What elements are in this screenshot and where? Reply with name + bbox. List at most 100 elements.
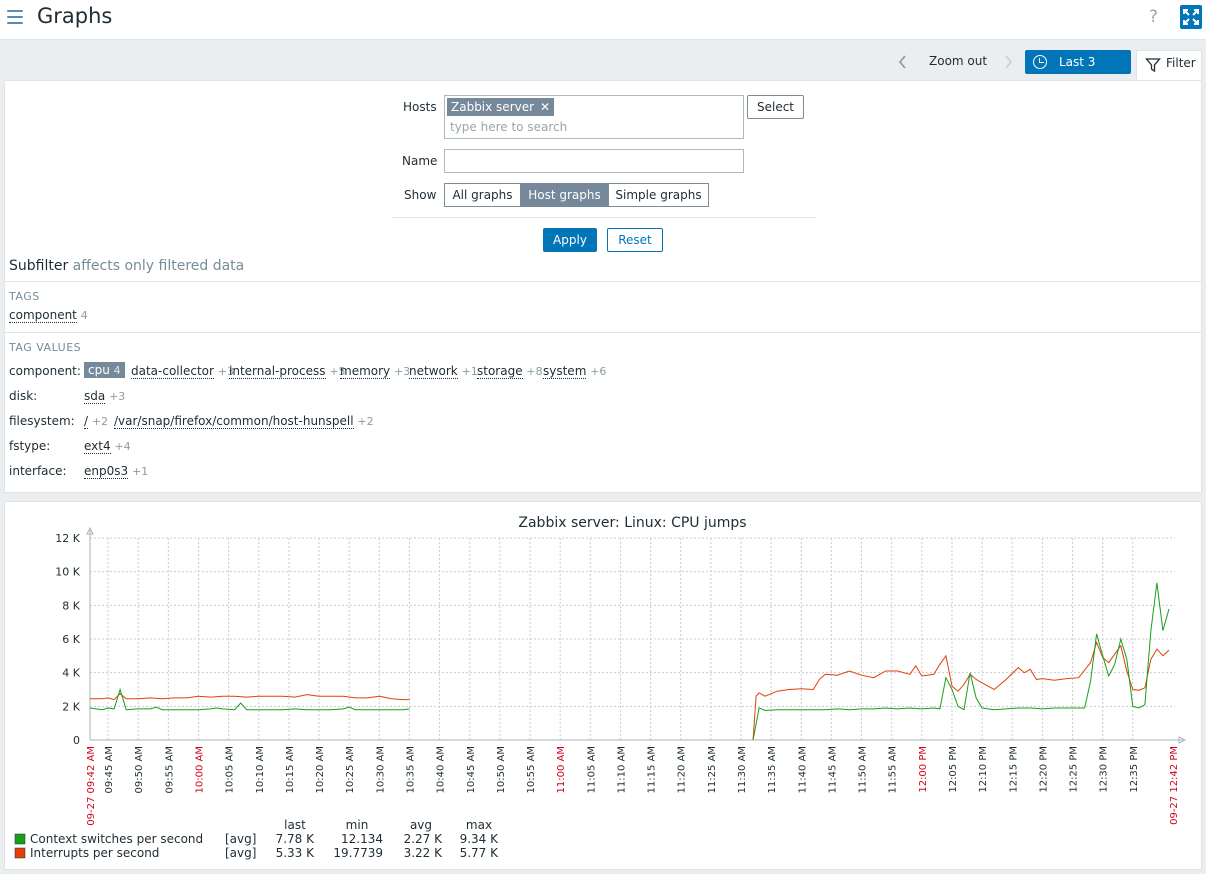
tab-filter[interactable]: Filter bbox=[1136, 50, 1202, 80]
tag-value[interactable]: internal-process +5 bbox=[229, 364, 346, 379]
tag-value-name[interactable]: sda bbox=[84, 389, 106, 404]
host-tag-label: Zabbix server bbox=[451, 100, 535, 114]
show-option-all-graphs[interactable]: All graphs bbox=[444, 183, 521, 207]
tag-row-label: fstype: bbox=[9, 439, 51, 453]
tag-value-name[interactable]: / bbox=[84, 414, 89, 429]
legend-series-name: Context switches per second bbox=[30, 832, 203, 846]
hamburger-menu-icon[interactable] bbox=[7, 10, 23, 24]
tag-value[interactable]: /var/snap/firefox/common/host-hunspell +… bbox=[114, 414, 374, 429]
x-tick-label: 12:30 PM bbox=[1099, 746, 1110, 793]
tag-value-name[interactable]: internal-process bbox=[229, 364, 326, 379]
tag-row-label: interface: bbox=[9, 464, 67, 478]
y-tick-label: 10 K bbox=[55, 566, 80, 579]
legend-column-header: max bbox=[466, 818, 492, 832]
tags-heading: TAGS bbox=[9, 290, 40, 303]
y-tick-label: 4 K bbox=[62, 667, 80, 680]
name-label: Name bbox=[402, 154, 438, 168]
x-tick-label: 09:55 AM bbox=[164, 746, 175, 793]
legend-series-name: Interrupts per second bbox=[30, 846, 159, 860]
tag-link[interactable]: component bbox=[9, 308, 77, 323]
reset-button[interactable]: Reset bbox=[607, 228, 663, 252]
x-tick-label: 10:10 AM bbox=[255, 746, 266, 793]
x-tick-label: 12:20 PM bbox=[1038, 746, 1049, 793]
tag-value-name[interactable]: network bbox=[409, 364, 458, 379]
x-tick-label: 12:10 PM bbox=[978, 746, 989, 793]
legend-value: 2.27 K bbox=[404, 832, 444, 846]
funnel-icon bbox=[1145, 58, 1161, 73]
legend-value: 3.22 K bbox=[404, 846, 444, 860]
tag-value-count: +8 bbox=[526, 365, 543, 378]
fullscreen-icon bbox=[1183, 9, 1199, 25]
legend-column-header: last bbox=[284, 818, 306, 832]
tag-value[interactable]: ext4 +4 bbox=[84, 439, 131, 454]
series-line bbox=[752, 640, 1170, 740]
next-period-button[interactable] bbox=[998, 52, 1018, 72]
tag-value-name[interactable]: storage bbox=[477, 364, 523, 379]
remove-tag-icon[interactable]: ✕ bbox=[540, 100, 550, 114]
x-tick-label: 12:00 PM bbox=[918, 746, 929, 793]
legend-value: 9.34 K bbox=[460, 832, 500, 846]
tag-value[interactable]: / +2 bbox=[84, 414, 109, 429]
x-tick-label: 10:20 AM bbox=[315, 746, 326, 793]
tag-row-label: component: bbox=[9, 364, 81, 378]
tag-value-name[interactable]: data-collector bbox=[131, 364, 214, 379]
tag-value[interactable]: enp0s3 +1 bbox=[84, 464, 149, 479]
tag-value-active[interactable]: cpu 4 bbox=[84, 362, 125, 378]
x-tick-label: 12:15 PM bbox=[1008, 746, 1019, 793]
apply-button[interactable]: Apply bbox=[543, 228, 597, 252]
tag-value-count: +6 bbox=[590, 365, 607, 378]
x-tick-label: 11:20 AM bbox=[677, 746, 688, 793]
legend-swatch bbox=[14, 833, 26, 845]
filter-divider bbox=[392, 217, 816, 218]
show-option-host-graphs[interactable]: Host graphs bbox=[520, 183, 609, 207]
x-start-label: 09-27 09:42 AM bbox=[86, 746, 97, 826]
time-range-button[interactable]: Last 3 hours bbox=[1025, 50, 1131, 93]
select-hosts-button[interactable]: Select bbox=[747, 95, 804, 119]
y-tick-label: 12 K bbox=[55, 532, 80, 545]
tag-value-name: cpu bbox=[88, 363, 110, 377]
x-tick-label: 10:00 AM bbox=[195, 746, 206, 793]
tag-value-name[interactable]: ext4 bbox=[84, 439, 111, 454]
fullscreen-button[interactable] bbox=[1180, 5, 1202, 29]
x-tick-label: 12:25 PM bbox=[1069, 746, 1080, 793]
x-tick-label: 10:35 AM bbox=[405, 746, 416, 793]
tag-value-name[interactable]: system bbox=[543, 364, 587, 379]
x-tick-label: 11:50 AM bbox=[858, 746, 869, 793]
tag-value[interactable]: network +1 bbox=[409, 364, 478, 379]
tag-value-name[interactable]: memory bbox=[340, 364, 391, 379]
tag-row-label: filesystem: bbox=[9, 414, 75, 428]
y-tick-label: 2 K bbox=[62, 700, 80, 713]
legend-value: 12.134 bbox=[341, 832, 383, 846]
x-tick-label: 11:00 AM bbox=[556, 746, 567, 793]
tag-value[interactable]: system +6 bbox=[543, 364, 607, 379]
x-tick-label: 09:50 AM bbox=[134, 746, 145, 793]
tag-value-count: +1 bbox=[131, 465, 149, 478]
tag-value[interactable]: data-collector +3 bbox=[131, 364, 234, 379]
legend-value: 19.7739 bbox=[333, 846, 383, 860]
hosts-search-input[interactable]: type here to search bbox=[450, 120, 567, 134]
tag-value-count: +4 bbox=[114, 440, 131, 453]
tags-divider bbox=[4, 332, 1202, 333]
show-option-simple-graphs[interactable]: Simple graphs bbox=[608, 183, 709, 207]
help-icon[interactable]: ? bbox=[1149, 7, 1158, 27]
x-tick-label: 10:40 AM bbox=[436, 746, 447, 793]
x-tick-label: 11:55 AM bbox=[888, 746, 899, 793]
subfilter-divider bbox=[4, 281, 1202, 282]
cpu-jumps-graph[interactable]: Zabbix server: Linux: CPU jumps 0 2 K 4 K 6 … bbox=[5, 502, 1203, 871]
previous-period-button[interactable] bbox=[893, 52, 913, 72]
x-tick-label: 11:35 AM bbox=[767, 746, 778, 793]
tag-value[interactable]: storage +8 bbox=[477, 364, 543, 379]
name-input[interactable] bbox=[444, 149, 744, 173]
tag-value-name[interactable]: /var/snap/firefox/common/host-hunspell bbox=[114, 414, 354, 429]
x-tick-label: 11:05 AM bbox=[586, 746, 597, 793]
filter-panel bbox=[4, 80, 1202, 493]
tag-value[interactable]: memory +3 bbox=[340, 364, 410, 379]
tag-value[interactable]: sda +3 bbox=[84, 389, 125, 404]
zoom-out-button[interactable]: Zoom out bbox=[929, 54, 987, 68]
subfilter-note: affects only filtered data bbox=[72, 258, 245, 274]
tag-item[interactable]: component 4 bbox=[9, 308, 88, 323]
x-tick-label: 10:50 AM bbox=[496, 746, 507, 793]
tag-value-count: +2 bbox=[91, 415, 109, 428]
tag-value-name[interactable]: enp0s3 bbox=[84, 464, 129, 479]
host-tag: Zabbix server ✕ bbox=[447, 98, 555, 116]
